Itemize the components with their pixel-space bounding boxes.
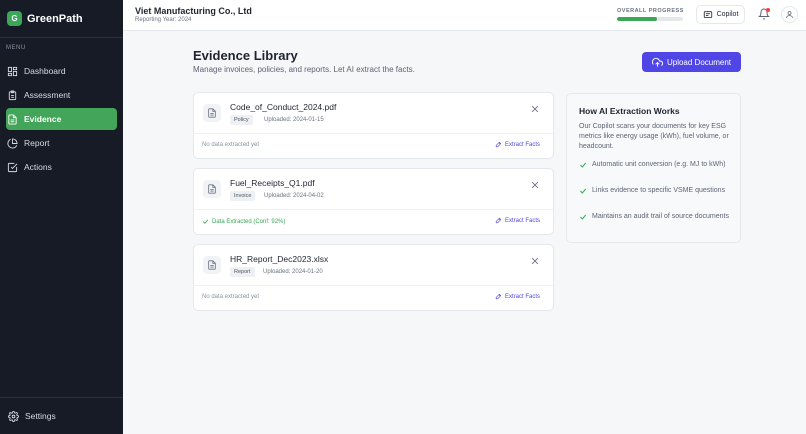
extraction-status: Data Extracted (Conf: 92%) bbox=[202, 218, 285, 225]
brand-logo: G bbox=[7, 11, 22, 26]
checkbox-icon bbox=[7, 162, 18, 172]
sparkle-icon bbox=[495, 293, 502, 300]
upload-document-button[interactable]: Upload Document bbox=[642, 52, 741, 72]
page-title: Evidence Library bbox=[193, 48, 298, 63]
document-type-badge: Policy bbox=[230, 115, 253, 125]
chat-icon bbox=[703, 10, 712, 18]
document-card: HR_Report_Dec2023.xlsx Report Uploaded: … bbox=[193, 244, 554, 311]
document-type-badge: Report bbox=[230, 267, 255, 277]
settings-label: Settings bbox=[25, 411, 56, 421]
document-icon-wrap bbox=[203, 104, 221, 122]
pie-chart-icon bbox=[7, 137, 18, 148]
extract-facts-label: Extract Facts bbox=[505, 141, 541, 148]
close-icon[interactable] bbox=[530, 256, 540, 266]
copilot-button[interactable]: Copilot bbox=[696, 5, 745, 24]
sparkle-icon bbox=[495, 141, 502, 148]
info-bullet: Automatic unit conversion (e.g. MJ to kW… bbox=[579, 160, 734, 170]
file-text-icon bbox=[208, 260, 216, 270]
document-name[interactable]: HR_Report_Dec2023.xlsx bbox=[230, 254, 328, 264]
notification-dot bbox=[766, 8, 770, 12]
extraction-status-text: No data extracted yet bbox=[202, 294, 260, 300]
cloud-upload-icon bbox=[651, 57, 663, 67]
company-name: Viet Manufacturing Co., Ltd bbox=[135, 6, 252, 16]
document-card: Code_of_Conduct_2024.pdf Policy Uploaded… bbox=[193, 92, 554, 159]
sidebar-item-dashboard[interactable]: Dashboard bbox=[6, 60, 117, 82]
ai-extraction-info-panel: How AI Extraction Works Our Copilot scan… bbox=[566, 93, 741, 243]
document-upload-date: Uploaded: 2024-01-20 bbox=[263, 269, 323, 275]
gear-icon bbox=[8, 410, 19, 422]
sidebar: G GreenPath MENU Dashboard Assessment Ev… bbox=[0, 0, 123, 434]
info-description: Our Copilot scans your documents for key… bbox=[579, 123, 729, 150]
menu-label: MENU bbox=[6, 45, 26, 51]
extract-facts-label: Extract Facts bbox=[505, 293, 541, 300]
close-icon[interactable] bbox=[530, 104, 540, 114]
extraction-status-text: No data extracted yet bbox=[202, 142, 260, 148]
document-icon-wrap bbox=[203, 256, 221, 274]
sidebar-item-label: Dashboard bbox=[24, 66, 66, 76]
sidebar-item-label: Evidence bbox=[24, 114, 62, 124]
brand[interactable]: G GreenPath bbox=[0, 0, 123, 38]
document-card: Fuel_Receipts_Q1.pdf Invoice Uploaded: 2… bbox=[193, 168, 554, 235]
user-avatar-button[interactable] bbox=[781, 6, 798, 23]
clipboard-icon bbox=[8, 89, 17, 100]
extract-facts-button[interactable]: Extract Facts bbox=[495, 293, 540, 300]
info-bullet: Links evidence to specific VSME question… bbox=[579, 186, 734, 196]
check-icon bbox=[202, 219, 209, 224]
divider bbox=[194, 285, 553, 286]
extraction-status-text: Data Extracted (Conf: 92%) bbox=[212, 218, 286, 225]
sidebar-item-settings[interactable]: Settings bbox=[0, 397, 123, 434]
extraction-status: No data extracted yet bbox=[202, 142, 259, 148]
document-upload-date: Uploaded: 2024-01-15 bbox=[264, 117, 324, 123]
copilot-label: Copilot bbox=[716, 11, 739, 18]
close-icon[interactable] bbox=[530, 180, 540, 190]
divider bbox=[194, 133, 553, 134]
upload-label: Upload Document bbox=[666, 57, 732, 67]
document-upload-date: Uploaded: 2024-04-02 bbox=[264, 193, 324, 199]
extract-facts-label: Extract Facts bbox=[505, 217, 541, 224]
sparkle-icon bbox=[495, 217, 502, 224]
page-description: Manage invoices, policies, and reports. … bbox=[193, 65, 415, 74]
document-name[interactable]: Code_of_Conduct_2024.pdf bbox=[230, 102, 336, 112]
document-type-badge: Invoice bbox=[230, 191, 256, 201]
sidebar-item-report[interactable]: Report bbox=[6, 132, 117, 154]
sidebar-item-assessment[interactable]: Assessment bbox=[6, 84, 117, 106]
reporting-year: Reporting Year: 2024 bbox=[135, 17, 192, 23]
document-name[interactable]: Fuel_Receipts_Q1.pdf bbox=[230, 178, 315, 188]
extract-facts-button[interactable]: Extract Facts bbox=[495, 217, 540, 224]
progress-bar bbox=[617, 17, 683, 21]
check-icon bbox=[579, 214, 587, 220]
extract-facts-button[interactable]: Extract Facts bbox=[495, 141, 540, 148]
sidebar-item-actions[interactable]: Actions bbox=[6, 156, 117, 178]
progress-label: OVERALL PROGRESS bbox=[617, 8, 684, 14]
user-icon bbox=[786, 11, 793, 18]
sidebar-nav: Dashboard Assessment Evidence Report Act… bbox=[0, 60, 123, 180]
sidebar-item-label: Report bbox=[24, 138, 50, 148]
info-bullet-text: Automatic unit conversion (e.g. MJ to kW… bbox=[592, 161, 726, 168]
top-header: Viet Manufacturing Co., Ltd Reporting Ye… bbox=[123, 0, 806, 31]
check-icon bbox=[579, 162, 587, 168]
check-icon bbox=[579, 188, 587, 194]
document-icon-wrap bbox=[203, 180, 221, 198]
progress-fill bbox=[617, 17, 657, 21]
sidebar-item-label: Assessment bbox=[24, 90, 71, 100]
info-bullet-text: Maintains an audit trail of source docum… bbox=[592, 213, 729, 220]
brand-name: GreenPath bbox=[27, 12, 83, 25]
file-text-icon bbox=[208, 184, 216, 194]
info-title: How AI Extraction Works bbox=[579, 106, 680, 116]
file-icon bbox=[8, 113, 17, 125]
sidebar-item-label: Actions bbox=[24, 162, 52, 172]
sidebar-item-evidence[interactable]: Evidence bbox=[6, 108, 117, 130]
grid-icon bbox=[7, 66, 18, 76]
divider bbox=[194, 209, 553, 210]
extraction-status: No data extracted yet bbox=[202, 294, 259, 300]
file-text-icon bbox=[208, 108, 216, 118]
info-bullet-text: Links evidence to specific VSME question… bbox=[592, 187, 726, 194]
info-bullet: Maintains an audit trail of source docum… bbox=[579, 212, 734, 222]
